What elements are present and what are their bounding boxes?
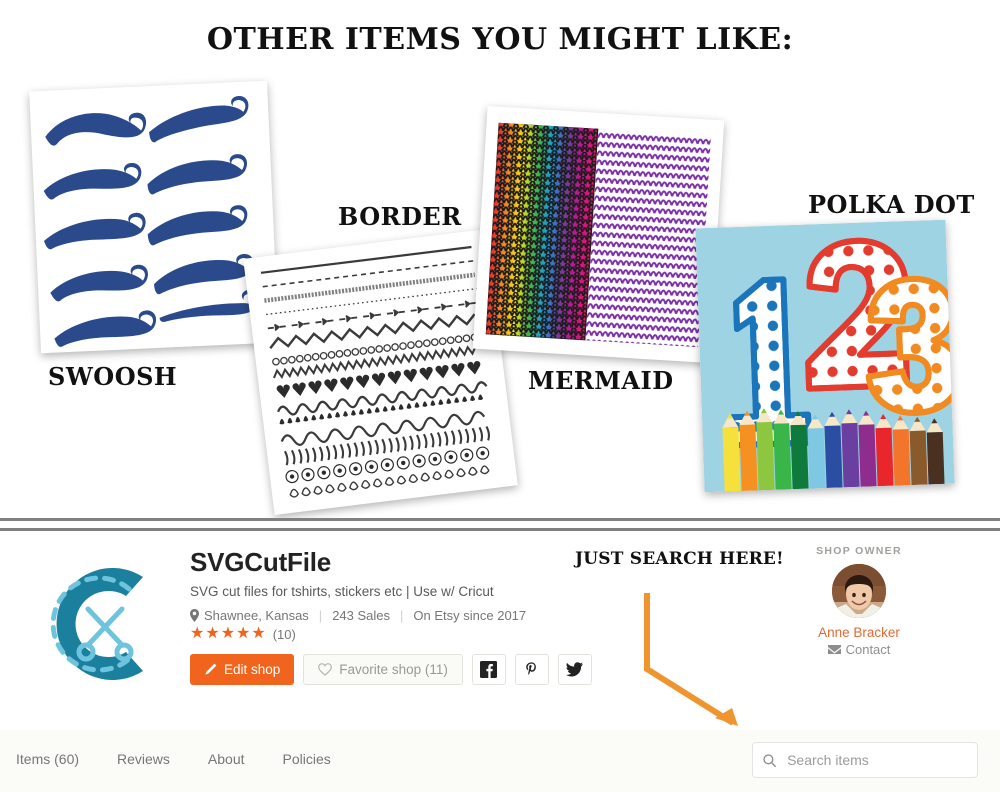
pencil-icon xyxy=(205,663,217,675)
annotation-text: JUST SEARCH HERE! xyxy=(575,549,784,569)
card-label-mermaid: MERMAID xyxy=(528,366,674,395)
edit-shop-label: Edit shop xyxy=(224,662,281,677)
avatar-photo xyxy=(832,564,886,618)
heart-icon xyxy=(318,663,333,676)
polka-dot-artwork xyxy=(695,219,955,493)
mermaid-rainbow-panel xyxy=(485,122,599,341)
nav-link-reviews[interactable]: Reviews xyxy=(117,751,170,767)
product-card-polka-dot[interactable] xyxy=(695,219,955,493)
search-icon xyxy=(763,753,776,767)
shop-action-buttons: Edit shop Favorite shop (11) xyxy=(190,654,610,685)
mermaid-artwork xyxy=(485,122,712,348)
shop-rating-row[interactable]: ★★★★★ (10) xyxy=(190,626,610,642)
swoosh-artwork xyxy=(43,96,260,347)
pinterest-share-button[interactable] xyxy=(514,654,549,685)
nav-link-about[interactable]: About xyxy=(208,751,245,767)
card-label-border: BORDER xyxy=(338,202,462,231)
card-label-swoosh: SWOOSH xyxy=(48,362,178,391)
twitter-share-button[interactable] xyxy=(557,654,592,685)
shop-owner-label: SHOP OWNER xyxy=(816,545,902,557)
envelope-icon xyxy=(827,645,841,654)
meta-separator-2: | xyxy=(400,608,404,623)
contact-owner-link[interactable]: Contact xyxy=(798,642,920,657)
search-input[interactable] xyxy=(785,751,967,769)
card-label-polka-dot: POLKA DOT xyxy=(808,190,975,219)
annotation-arrow-icon xyxy=(644,593,738,726)
shop-info-block: SVGCutFile SVG cut files for tshirts, st… xyxy=(190,547,610,685)
product-card-swoosh[interactable] xyxy=(29,80,279,354)
search-box[interactable] xyxy=(752,742,978,778)
shop-name: SVGCutFile xyxy=(190,547,332,577)
product-card-mermaid[interactable] xyxy=(472,105,725,364)
location-pin-icon xyxy=(190,609,199,622)
edit-shop-button[interactable]: Edit shop xyxy=(190,654,295,685)
shop-owner-block: SHOP OWNER Anne Bracker Contact xyxy=(798,545,920,657)
twitter-icon xyxy=(566,662,584,677)
mermaid-purple-panel xyxy=(585,128,712,348)
favorite-shop-label: Favorite shop (11) xyxy=(339,662,448,677)
shop-nav-links: Items (60) Reviews About Policies xyxy=(16,751,331,767)
promo-title: OTHER ITEMS YOU MIGHT LIKE: xyxy=(206,22,794,57)
shop-tagline: SVG cut files for tshirts, stickers etc … xyxy=(190,584,494,599)
facebook-share-button[interactable] xyxy=(471,654,506,685)
shop-meta-row: Shawnee, Kansas | 243 Sales | On Etsy si… xyxy=(190,608,610,623)
shop-since: On Etsy since 2017 xyxy=(413,608,527,623)
promo-section: OTHER ITEMS YOU MIGHT LIKE: SWOOSH BORDE… xyxy=(0,0,1000,518)
rating-stars: ★★★★★ xyxy=(190,625,267,642)
pinterest-icon xyxy=(526,662,537,675)
favorite-shop-button[interactable]: Favorite shop (11) xyxy=(303,654,463,685)
shop-logo-icon[interactable] xyxy=(26,549,176,699)
avatar[interactable] xyxy=(832,564,886,618)
shop-sales: 243 Sales xyxy=(332,608,391,623)
contact-label: Contact xyxy=(845,642,891,657)
shop-location: Shawnee, Kansas xyxy=(204,608,309,623)
section-divider-top xyxy=(0,518,1000,521)
nav-link-policies[interactable]: Policies xyxy=(283,751,331,767)
meta-separator-1: | xyxy=(318,608,323,623)
nav-link-items[interactable]: Items (60) xyxy=(16,751,79,767)
rating-count: (10) xyxy=(272,626,296,642)
facebook-icon xyxy=(480,661,498,678)
shop-owner-name[interactable]: Anne Bracker xyxy=(798,625,920,640)
